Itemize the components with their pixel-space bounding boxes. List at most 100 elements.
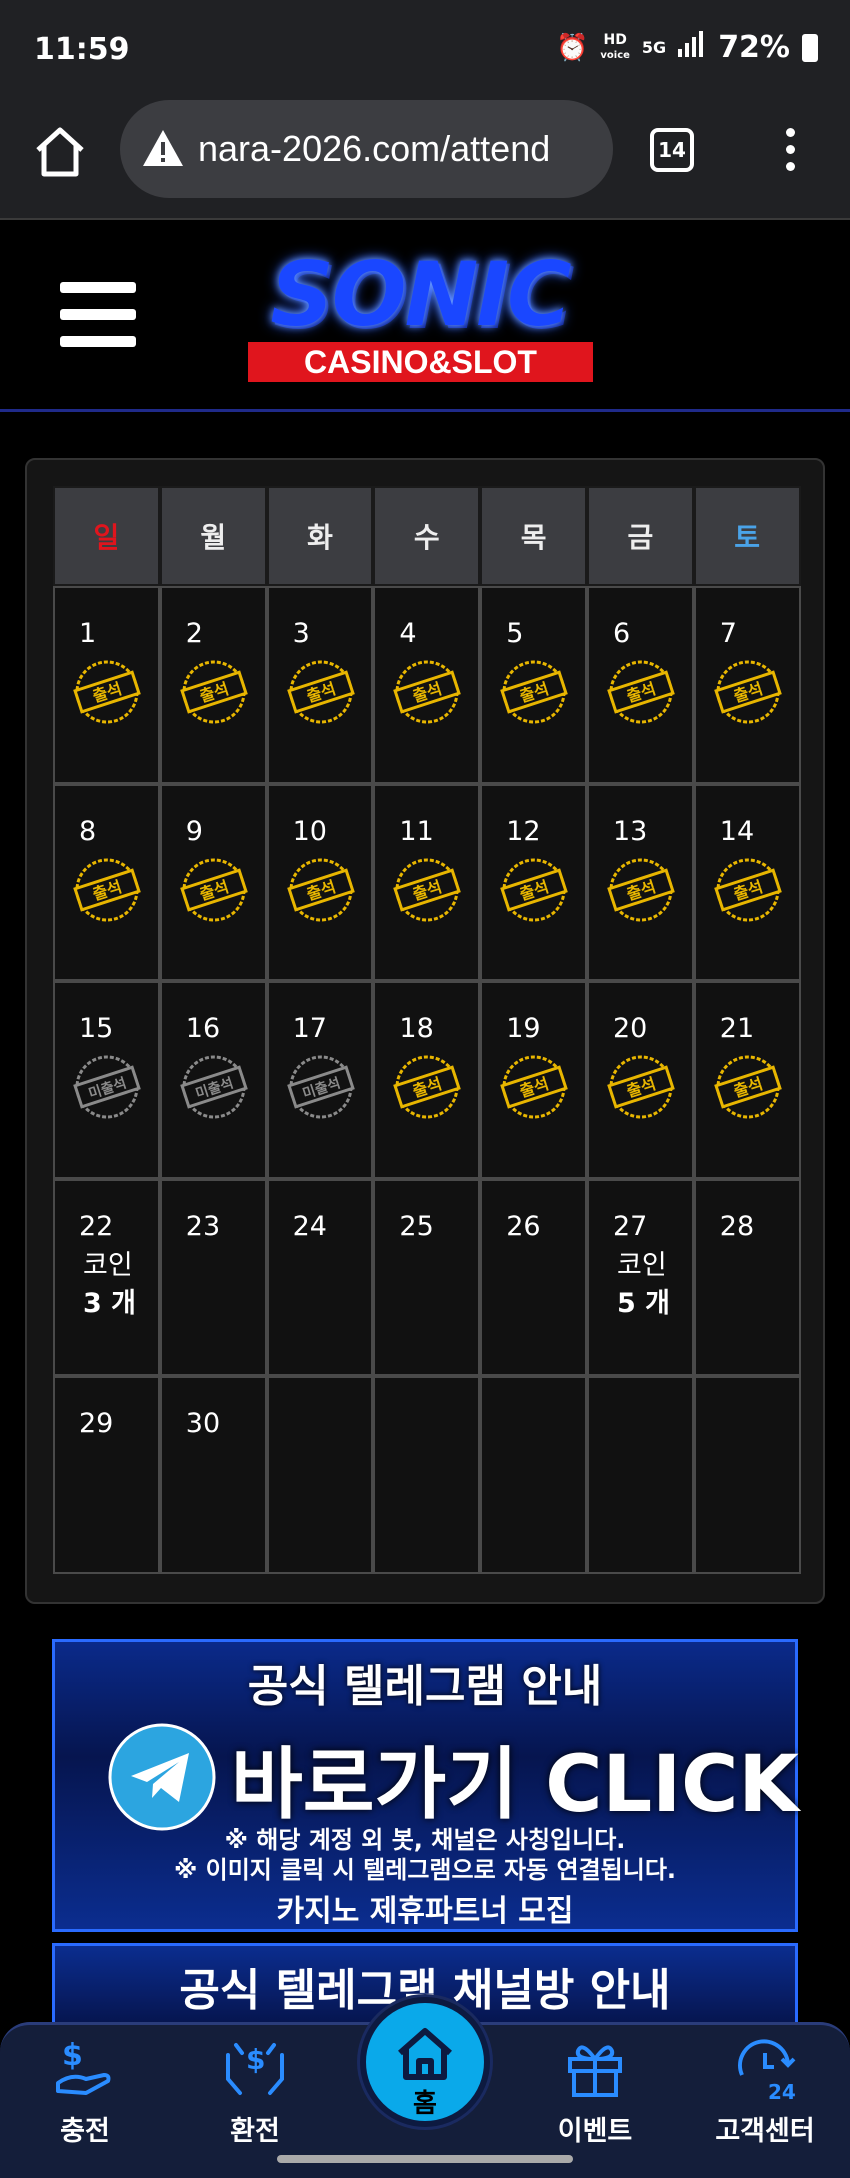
calendar-week-row: 1 출석 2 출석 3 출석 4 출석 5 출석 6 출석 7 출석 bbox=[53, 586, 801, 784]
coin-label: 코인 bbox=[616, 1249, 667, 1281]
day-number: 28 bbox=[719, 1210, 755, 1242]
day-number: 2 bbox=[185, 618, 203, 649]
calendar-day-cell[interactable]: 28 bbox=[693, 1178, 801, 1376]
day-number: 8 bbox=[79, 815, 97, 847]
tabs-button[interactable]: 14 bbox=[650, 128, 694, 172]
calendar-day-cell[interactable]: 3 출석 bbox=[266, 586, 374, 784]
attend-stamp-icon: 출석 bbox=[607, 858, 675, 921]
logo-subtitle: CASINO&SLOT bbox=[248, 342, 593, 382]
weekday-tue: 화 bbox=[266, 486, 374, 586]
absent-stamp-icon: 미출석 bbox=[179, 1055, 248, 1119]
calendar-day-cell[interactable]: 22 코인 3 개 bbox=[53, 1178, 160, 1376]
day-number: 6 bbox=[612, 618, 631, 649]
calendar-day-cell[interactable]: 26 bbox=[480, 1178, 587, 1376]
calendar-day-cell[interactable]: 6 출석 bbox=[586, 586, 694, 784]
svg-text:$: $ bbox=[62, 2038, 83, 2073]
day-number: 13 bbox=[612, 815, 648, 847]
calendar-day-cell[interactable]: 12 출석 bbox=[480, 783, 587, 981]
calendar-day-cell[interactable]: 9 출석 bbox=[159, 783, 267, 981]
browser-home-button[interactable] bbox=[30, 122, 90, 182]
nav-home[interactable]: 홈 bbox=[360, 1997, 490, 2127]
attend-stamp-icon: 출석 bbox=[393, 858, 462, 921]
svg-text:24: 24 bbox=[768, 2080, 796, 2101]
day-number: 10 bbox=[292, 815, 327, 847]
coin-reward: 코인 3 개 bbox=[83, 1247, 136, 1323]
telegram-icon bbox=[108, 1723, 216, 1831]
day-number: 17 bbox=[292, 1013, 327, 1044]
svg-text:$: $ bbox=[246, 2043, 265, 2076]
day-number: 9 bbox=[185, 815, 203, 847]
calendar-day-cell[interactable]: 8 출석 bbox=[53, 783, 160, 981]
site-logo[interactable]: SONIC CASINO&SLOT bbox=[230, 250, 610, 390]
weekday-header-row: 일 월 화 수 목 금 토 bbox=[53, 486, 801, 586]
calendar-day-cell[interactable]: 18 출석 bbox=[373, 981, 481, 1179]
warning-icon bbox=[143, 130, 183, 166]
calendar-day-cell[interactable]: 25 bbox=[373, 1178, 481, 1376]
signal-icon bbox=[678, 30, 706, 65]
weekday-wed: 수 bbox=[373, 486, 481, 586]
attend-stamp-icon: 출석 bbox=[713, 858, 782, 921]
calendar-day-cell[interactable]: 29 bbox=[53, 1376, 160, 1574]
calendar-day-cell[interactable]: 17 미출석 bbox=[266, 981, 374, 1179]
telegram-note-2: ※ 이미지 클릭 시 텔레그램으로 자동 연결됩니다. bbox=[173, 1856, 677, 1884]
nav-deposit[interactable]: $ 충전 bbox=[25, 2035, 145, 2148]
nav-withdraw[interactable]: $ 환전 bbox=[195, 2035, 315, 2148]
coin-count: 3 개 bbox=[83, 1287, 137, 1319]
day-number: 16 bbox=[185, 1013, 221, 1044]
address-bar[interactable]: nara-2026.com/attend bbox=[120, 100, 613, 198]
telegram-banner[interactable]: 공식 텔레그램 안내 바로가기 CLICK ※ 해당 계정 외 봇, 채널은 사… bbox=[52, 1639, 799, 1932]
calendar-day-cell[interactable]: 13 출석 bbox=[586, 783, 694, 981]
browser-toolbar: nara-2026.com/attend 14 bbox=[0, 100, 850, 220]
calendar-day-cell[interactable]: 2 출석 bbox=[159, 586, 267, 784]
calendar-day-cell[interactable]: 15 미출석 bbox=[53, 981, 160, 1179]
day-number: 29 bbox=[79, 1408, 114, 1439]
weekday-sun: 일 bbox=[53, 486, 160, 586]
calendar-day-cell[interactable]: 4 출석 bbox=[373, 586, 481, 784]
nav-deposit-label: 충전 bbox=[60, 2116, 110, 2147]
calendar-day-cell[interactable]: 27 코인 5 개 bbox=[586, 1178, 694, 1376]
calendar-day-cell[interactable]: 20 출석 bbox=[586, 981, 694, 1179]
nav-support[interactable]: 24 고객센터 bbox=[705, 2035, 825, 2148]
browser-menu-button[interactable] bbox=[780, 128, 800, 178]
day-number: 24 bbox=[292, 1210, 327, 1242]
calendar-day-cell[interactable]: 14 출석 bbox=[693, 783, 801, 981]
calendar-day-cell bbox=[373, 1376, 481, 1574]
calendar-day-cell[interactable]: 10 출석 bbox=[266, 783, 374, 981]
absent-stamp-icon: 미출석 bbox=[286, 1055, 355, 1119]
day-number: 23 bbox=[185, 1210, 221, 1242]
calendar-day-cell[interactable]: 19 출석 bbox=[480, 981, 587, 1179]
day-number: 11 bbox=[399, 815, 434, 847]
calendar-day-cell[interactable]: 23 bbox=[159, 1178, 267, 1376]
calendar-day-cell[interactable]: 1 출석 bbox=[53, 586, 160, 784]
calendar-day-cell[interactable]: 30 bbox=[159, 1376, 267, 1574]
calendar-day-cell bbox=[480, 1376, 587, 1574]
url-text: nara-2026.com/attend bbox=[198, 128, 551, 169]
hamburger-menu-icon[interactable] bbox=[60, 282, 136, 348]
attend-stamp-icon: 출석 bbox=[179, 660, 248, 724]
attend-stamp-icon: 출석 bbox=[73, 858, 141, 921]
day-number: 19 bbox=[506, 1013, 541, 1044]
telegram-banner-title: 공식 텔레그램 안내 bbox=[247, 1661, 603, 1712]
calendar-day-cell[interactable]: 24 bbox=[266, 1178, 374, 1376]
calendar-day-cell[interactable]: 5 출석 bbox=[480, 586, 587, 784]
day-number: 12 bbox=[506, 815, 541, 847]
calendar-grid: 일 월 화 수 목 금 토 1 출석 2 출석 3 출석 4 출석 5 출석 6 출석 7 출석 8 출석 9 출… bbox=[53, 486, 801, 1574]
day-number: 5 bbox=[506, 618, 524, 649]
calendar-day-cell[interactable]: 16 미출석 bbox=[159, 981, 267, 1179]
calendar-day-cell[interactable]: 11 출석 bbox=[373, 783, 481, 981]
attend-stamp-icon: 출석 bbox=[713, 660, 782, 724]
status-time: 11:59 bbox=[34, 32, 130, 67]
calendar-day-cell[interactable]: 7 출석 bbox=[693, 586, 801, 784]
calendar-week-row: 15 미출석 16 미출석 17 미출석 18 출석 19 출석 20 출석 21 출석 bbox=[53, 981, 801, 1179]
status-icons: ⏰ HD voice 5G 72% bbox=[556, 30, 818, 65]
day-number: 4 bbox=[399, 618, 417, 649]
nav-event-label: 이벤트 bbox=[557, 2116, 633, 2147]
day-number: 27 bbox=[612, 1210, 648, 1242]
nav-withdraw-label: 환전 bbox=[230, 2116, 280, 2147]
day-number: 7 bbox=[719, 618, 737, 649]
nav-event[interactable]: 이벤트 bbox=[535, 2035, 655, 2148]
nav-home-label: 홈 bbox=[413, 2089, 437, 2119]
logo-title: SONIC bbox=[270, 243, 571, 346]
calendar-day-cell[interactable]: 21 출석 bbox=[693, 981, 801, 1179]
attend-stamp-icon: 출석 bbox=[607, 1055, 675, 1119]
